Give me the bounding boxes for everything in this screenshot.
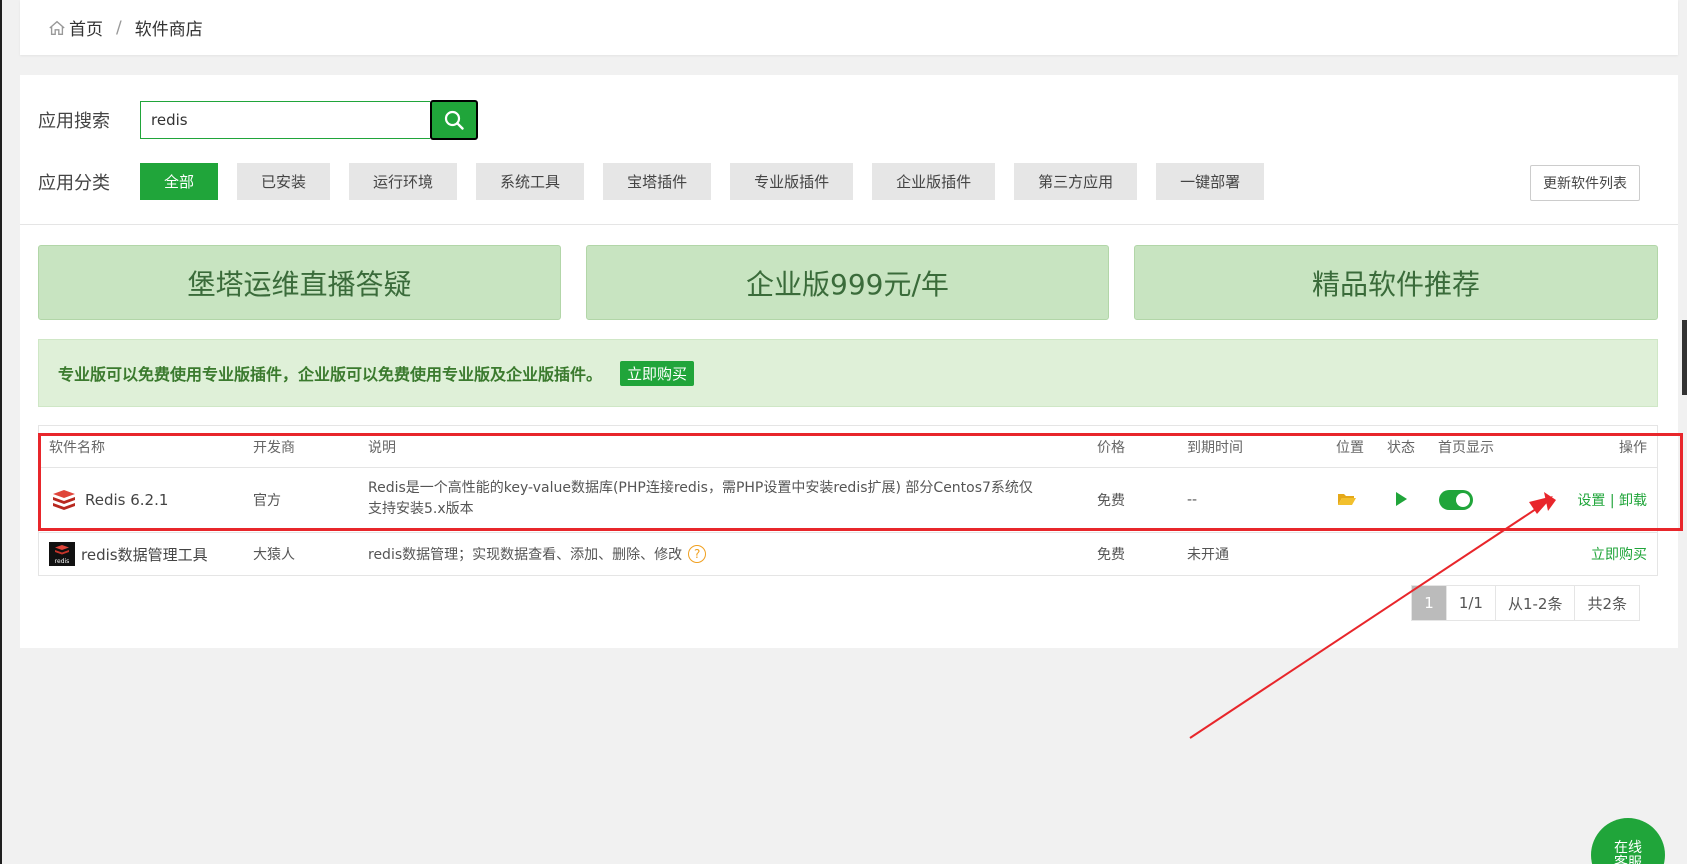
banner-live-qa[interactable]: 堡塔运维直播答疑 <box>38 245 561 320</box>
breadcrumb-home[interactable]: 首页 <box>69 15 103 40</box>
play-icon[interactable] <box>1394 491 1408 511</box>
breadcrumb-separator: / <box>116 17 122 38</box>
page-current[interactable]: 1 <box>1412 586 1446 620</box>
scrollbar-thumb[interactable] <box>1682 320 1687 395</box>
action-separator: | <box>1609 493 1615 509</box>
category-label: 应用分类 <box>38 172 110 194</box>
page-count: 1/1 <box>1445 586 1495 620</box>
folder-icon[interactable] <box>1337 491 1357 511</box>
notice-bar: 专业版可以免费使用专业版插件，企业版可以免费使用专业版及企业版插件。 立即购买 <box>38 339 1658 407</box>
category-runtime[interactable]: 运行环境 <box>349 163 458 200</box>
header-description: 说明 <box>368 439 396 456</box>
software-price: 免费 <box>1097 493 1125 509</box>
breadcrumb: 首页 / 软件商店 <box>20 0 1678 55</box>
category-pro-plugins[interactable]: 专业版插件 <box>730 163 854 200</box>
software-name[interactable]: redis数据管理工具 <box>81 544 208 565</box>
software-expiry: -- <box>1187 492 1198 508</box>
header-location: 位置 <box>1336 439 1364 456</box>
category-system-tools[interactable]: 系统工具 <box>476 163 585 200</box>
search-row: 应用搜索 redis <box>38 100 478 140</box>
software-store-panel: 应用搜索 redis 应用分类 全部 已安装 运行环境 系统工具 宝塔插件 专业… <box>20 75 1678 648</box>
home-icon[interactable] <box>48 19 66 37</box>
table-header: 软件名称 开发商 说明 价格 到期时间 位置 状态 首页显示 操作 <box>39 426 1657 468</box>
header-price: 价格 <box>1097 439 1125 456</box>
online-label-2: 客服 <box>1614 855 1642 864</box>
notice-buy-button[interactable]: 立即购买 <box>620 360 695 386</box>
software-description: Redis是一个高性能的key-value数据库(PHP连接redis，需PHP… <box>368 478 1033 520</box>
description-text: redis数据管理；实现数据查看、添加、删除、修改 <box>368 547 683 563</box>
category-row: 应用分类 全部 已安装 运行环境 系统工具 宝塔插件 专业版插件 企业版插件 第… <box>38 163 1283 200</box>
software-developer: 大猿人 <box>253 547 295 563</box>
category-third-party[interactable]: 第三方应用 <box>1014 163 1138 200</box>
banner-recommended[interactable]: 精品软件推荐 <box>1134 245 1658 320</box>
help-icon[interactable]: ? <box>688 545 707 563</box>
pagination: 1 1/1 从1-2条 共2条 <box>1411 585 1640 621</box>
description-line-2: 支持安装5.x版本 <box>368 501 474 517</box>
software-name[interactable]: Redis 6.2.1 <box>85 491 168 509</box>
category-all[interactable]: 全部 <box>140 163 219 200</box>
settings-link[interactable]: 设置 <box>1577 493 1605 509</box>
description-line-1: Redis是一个高性能的key-value数据库(PHP连接redis，需PHP… <box>368 480 1033 496</box>
software-price: 免费 <box>1097 547 1125 563</box>
notice-text: 专业版可以免费使用专业版插件，企业版可以免费使用专业版及企业版插件。 <box>58 365 603 384</box>
software-developer: 官方 <box>253 493 281 509</box>
table-row: redis redis数据管理工具 大猿人 redis数据管理；实现数据查看、添… <box>39 533 1657 575</box>
search-label: 应用搜索 <box>38 111 110 132</box>
header-name: 软件名称 <box>49 439 105 456</box>
category-enterprise-plugins[interactable]: 企业版插件 <box>872 163 996 200</box>
banner-enterprise[interactable]: 企业版999元/年 <box>586 245 1109 320</box>
search-icon <box>444 110 464 130</box>
redis-manager-logo-icon: redis <box>49 542 75 570</box>
header-status: 状态 <box>1387 439 1415 456</box>
software-expiry: 未开通 <box>1187 547 1229 563</box>
header-expiry: 到期时间 <box>1187 439 1243 456</box>
online-label: 在线 <box>1614 840 1642 856</box>
window-left-edge <box>0 0 2 864</box>
category-bt-plugins[interactable]: 宝塔插件 <box>603 163 712 200</box>
row-actions: 设置 | 卸载 <box>1577 490 1647 510</box>
search-button[interactable] <box>430 100 478 140</box>
uninstall-link[interactable]: 卸载 <box>1619 493 1647 509</box>
online-support-button[interactable]: 在线 客服 <box>1591 818 1665 864</box>
homepage-display-toggle[interactable] <box>1439 490 1473 510</box>
search-input[interactable]: redis <box>140 101 430 139</box>
page-total: 共2条 <box>1574 586 1639 620</box>
category-installed[interactable]: 已安装 <box>237 163 331 200</box>
software-description: redis数据管理；实现数据查看、添加、删除、修改 ? <box>368 544 707 564</box>
table-row: Redis 6.2.1 官方 Redis是一个高性能的key-value数据库(… <box>39 468 1657 533</box>
category-one-click-deploy[interactable]: 一键部署 <box>1156 163 1265 200</box>
svg-text:redis: redis <box>55 558 70 565</box>
header-homepage-display: 首页显示 <box>1438 439 1494 456</box>
software-table: 软件名称 开发商 说明 价格 到期时间 位置 状态 首页显示 操作 Redis … <box>38 425 1658 576</box>
header-actions: 操作 <box>1619 439 1647 456</box>
redis-logo-icon <box>51 488 77 516</box>
update-software-list-button[interactable]: 更新软件列表 <box>1530 165 1640 201</box>
header-developer: 开发商 <box>253 439 295 456</box>
buy-now-link[interactable]: 立即购买 <box>1591 544 1647 564</box>
divider <box>20 224 1678 225</box>
page-range: 从1-2条 <box>1494 586 1575 620</box>
breadcrumb-current: 软件商店 <box>134 20 203 40</box>
